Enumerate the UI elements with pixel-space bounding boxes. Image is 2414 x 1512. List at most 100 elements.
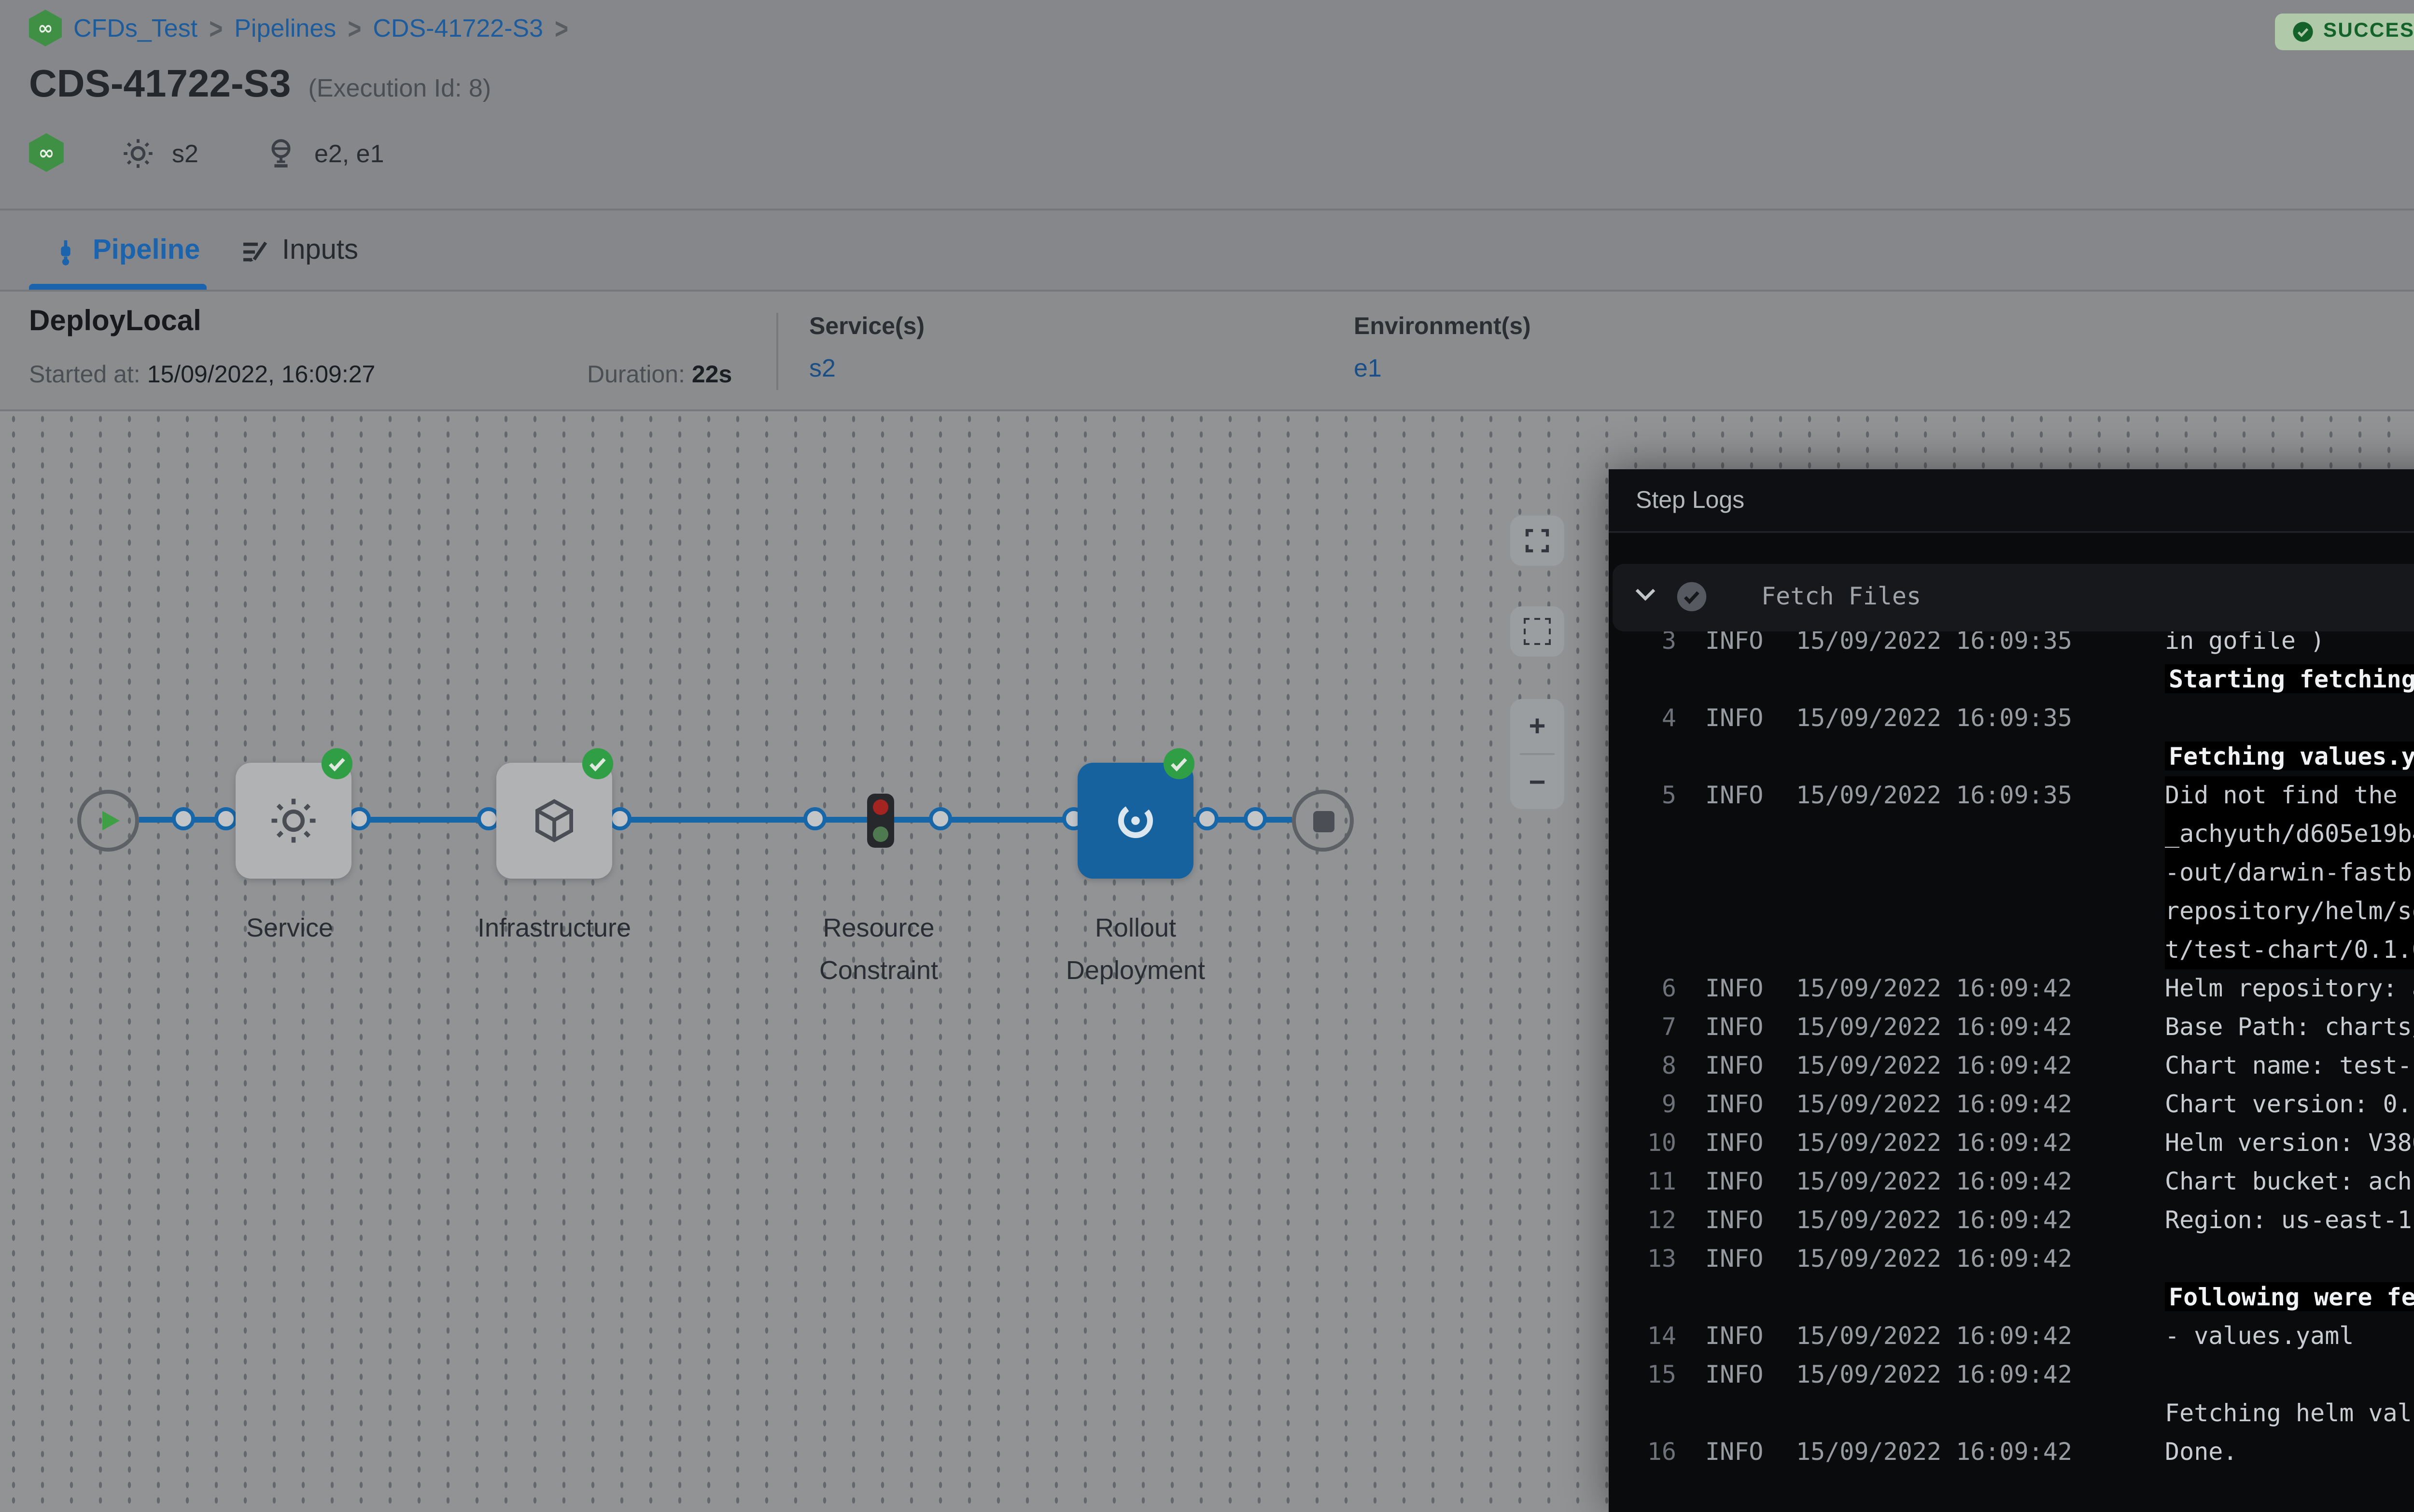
breadcrumb-separator-icon: > [348,11,361,45]
success-check-icon [321,747,353,780]
log-line-number: 14 [1609,1317,1676,1356]
chevron-down-icon[interactable] [1634,587,1657,602]
entities-row: ∞ s2 e2, e1 [29,133,384,172]
log-level: INFO [1676,622,1796,699]
node-rollout-deployment[interactable] [1078,763,1193,879]
start-node[interactable] [77,790,139,852]
step-logs-header: Step Logs Console View [1609,469,2414,533]
stop-icon [1312,810,1333,831]
log-message: Base Path: charts/ [2138,1008,2414,1047]
tab-bar: Pipeline Inputs Console View [0,209,2414,292]
gear-icon [268,796,319,846]
log-level: INFO [1676,1124,1796,1162]
node-label-rollout: Rollout Deployment [1049,908,1222,991]
log-timestamp: 15/09/2022 16:09:42 [1796,969,2138,1008]
step-success-icon [1676,581,1707,612]
edge [612,817,867,823]
log-level: INFO [1676,1201,1796,1240]
breadcrumb-pipeline-name[interactable]: CDS-41722-S3 [373,14,543,42]
fit-to-screen-button[interactable] [1510,516,1564,566]
page-title: CDS-41722-S3 [29,64,291,108]
edge-port [172,807,195,830]
zoom-in-button[interactable]: + [1510,699,1564,753]
environment-icon [264,136,297,169]
node-infrastructure[interactable] [496,763,612,879]
log-message: Chart version: 0.1.0 [2138,1085,2414,1124]
green-light-icon [873,826,888,842]
log-level: INFO [1676,1356,1796,1433]
service-link[interactable]: s2 [809,353,836,382]
log-line-number: 6 [1609,969,1676,1008]
log-row: 6INFO15/09/2022 16:09:42Helm repository:… [1609,969,2414,1008]
inputs-icon [239,237,268,266]
step-logs-title: Step Logs [1636,487,1744,514]
breadcrumb-project[interactable]: CFDs_Test [73,14,197,42]
breadcrumb-separator-icon: > [209,11,223,45]
log-message: Chart name: test-chart [2138,1047,2414,1085]
log-row: 9INFO15/09/2022 16:09:42Chart version: 0… [1609,1085,2414,1124]
edge-port [214,807,238,830]
environment-tag: e2, e1 [314,138,384,167]
log-timestamp: 15/09/2022 16:09:42 [1796,1356,2138,1433]
marquee-icon [1524,618,1551,645]
log-message: Did not find the chart and version in lo… [2138,776,2414,969]
log-line-number: 16 [1609,1433,1676,1471]
log-line-number: 5 [1609,776,1676,969]
step-logs-drawer: Step Logs Console View in gofile ) [1609,469,2414,1512]
log-level: INFO [1676,1433,1796,1471]
harness-cd-logo-icon: ∞ [29,10,62,46]
log-row: 4INFO15/09/2022 16:09:35Fetching values.… [1609,699,2414,776]
log-section-fetch-files[interactable]: Fetch Files ↑ ↓ 9s [1613,564,2414,631]
execution-meta: SUCCESS Start time 15/09/2022 16:09:26 5… [2275,6,2414,56]
app-root: ∞ CFDs_Test > Pipelines > CDS-41722-S3 >… [0,0,2414,1512]
log-timestamp: 15/09/2022 16:09:42 [1796,1433,2138,1471]
edge-port [929,807,952,830]
log-level: INFO [1676,1317,1796,1356]
log-message: Starting fetching Helm values [2138,622,2414,699]
log-line-number: 7 [1609,1008,1676,1047]
log-row: 7INFO15/09/2022 16:09:42Base Path: chart… [1609,1008,2414,1047]
execution-id: (Execution Id: 8) [309,73,491,102]
log-line-number: 8 [1609,1047,1676,1085]
log-line-number: 3 [1609,622,1676,699]
tab-inputs[interactable]: Inputs [239,210,358,292]
fullscreen-icon [1524,527,1551,554]
node-label-resource-constraint: Resource Constraint [801,908,956,991]
service-gear-icon [122,136,154,169]
breadcrumb-separator-icon: > [555,11,568,45]
log-line-number: 15 [1609,1356,1676,1433]
log-message: - values.yaml [2138,1317,2414,1356]
tab-pipeline[interactable]: Pipeline [52,210,200,292]
log-level: INFO [1676,1008,1796,1047]
node-service[interactable] [236,763,351,879]
end-node[interactable] [1292,790,1354,852]
marquee-select-button[interactable] [1510,606,1564,657]
section-title: Fetch Files [1761,581,1921,610]
log-timestamp: 15/09/2022 16:09:42 [1796,1317,2138,1356]
zoom-out-button[interactable]: − [1510,755,1564,809]
edge-port [803,807,827,830]
red-light-icon [873,799,888,815]
log-timestamp: 15/09/2022 16:09:42 [1796,1201,2138,1240]
harness-cd-logo-icon: ∞ [29,133,64,172]
success-check-icon [1163,747,1195,780]
node-label-infrastructure: Infrastructure [458,908,651,949]
log-message: Chart bucket: achhelmbucket [2138,1162,2414,1201]
breadcrumb: ∞ CFDs_Test > Pipelines > CDS-41722-S3 > [29,10,568,46]
infrastructure-icon [529,796,579,846]
svg-text:∞: ∞ [38,17,53,39]
node-label-service: Service [212,908,367,949]
stage-started: Started at: 15/09/2022, 16:09:27 [29,361,375,388]
log-timestamp: 15/09/2022 16:09:42 [1796,1124,2138,1162]
log-timestamp: 15/09/2022 16:09:42 [1796,1047,2138,1085]
environment-link[interactable]: e1 [1354,353,1382,382]
log-line-number: 12 [1609,1201,1676,1240]
svg-text:∞: ∞ [38,142,54,164]
services-label: Service(s) [809,313,925,340]
log-row: 13INFO15/09/2022 16:09:42Following were … [1609,1240,2414,1317]
log-row: 14INFO15/09/2022 16:09:42- values.yaml [1609,1317,2414,1356]
node-resource-constraint[interactable] [867,794,894,848]
log-level: INFO [1676,1162,1796,1201]
service-tag: s2 [172,138,198,167]
breadcrumb-pipelines[interactable]: Pipelines [234,14,336,42]
